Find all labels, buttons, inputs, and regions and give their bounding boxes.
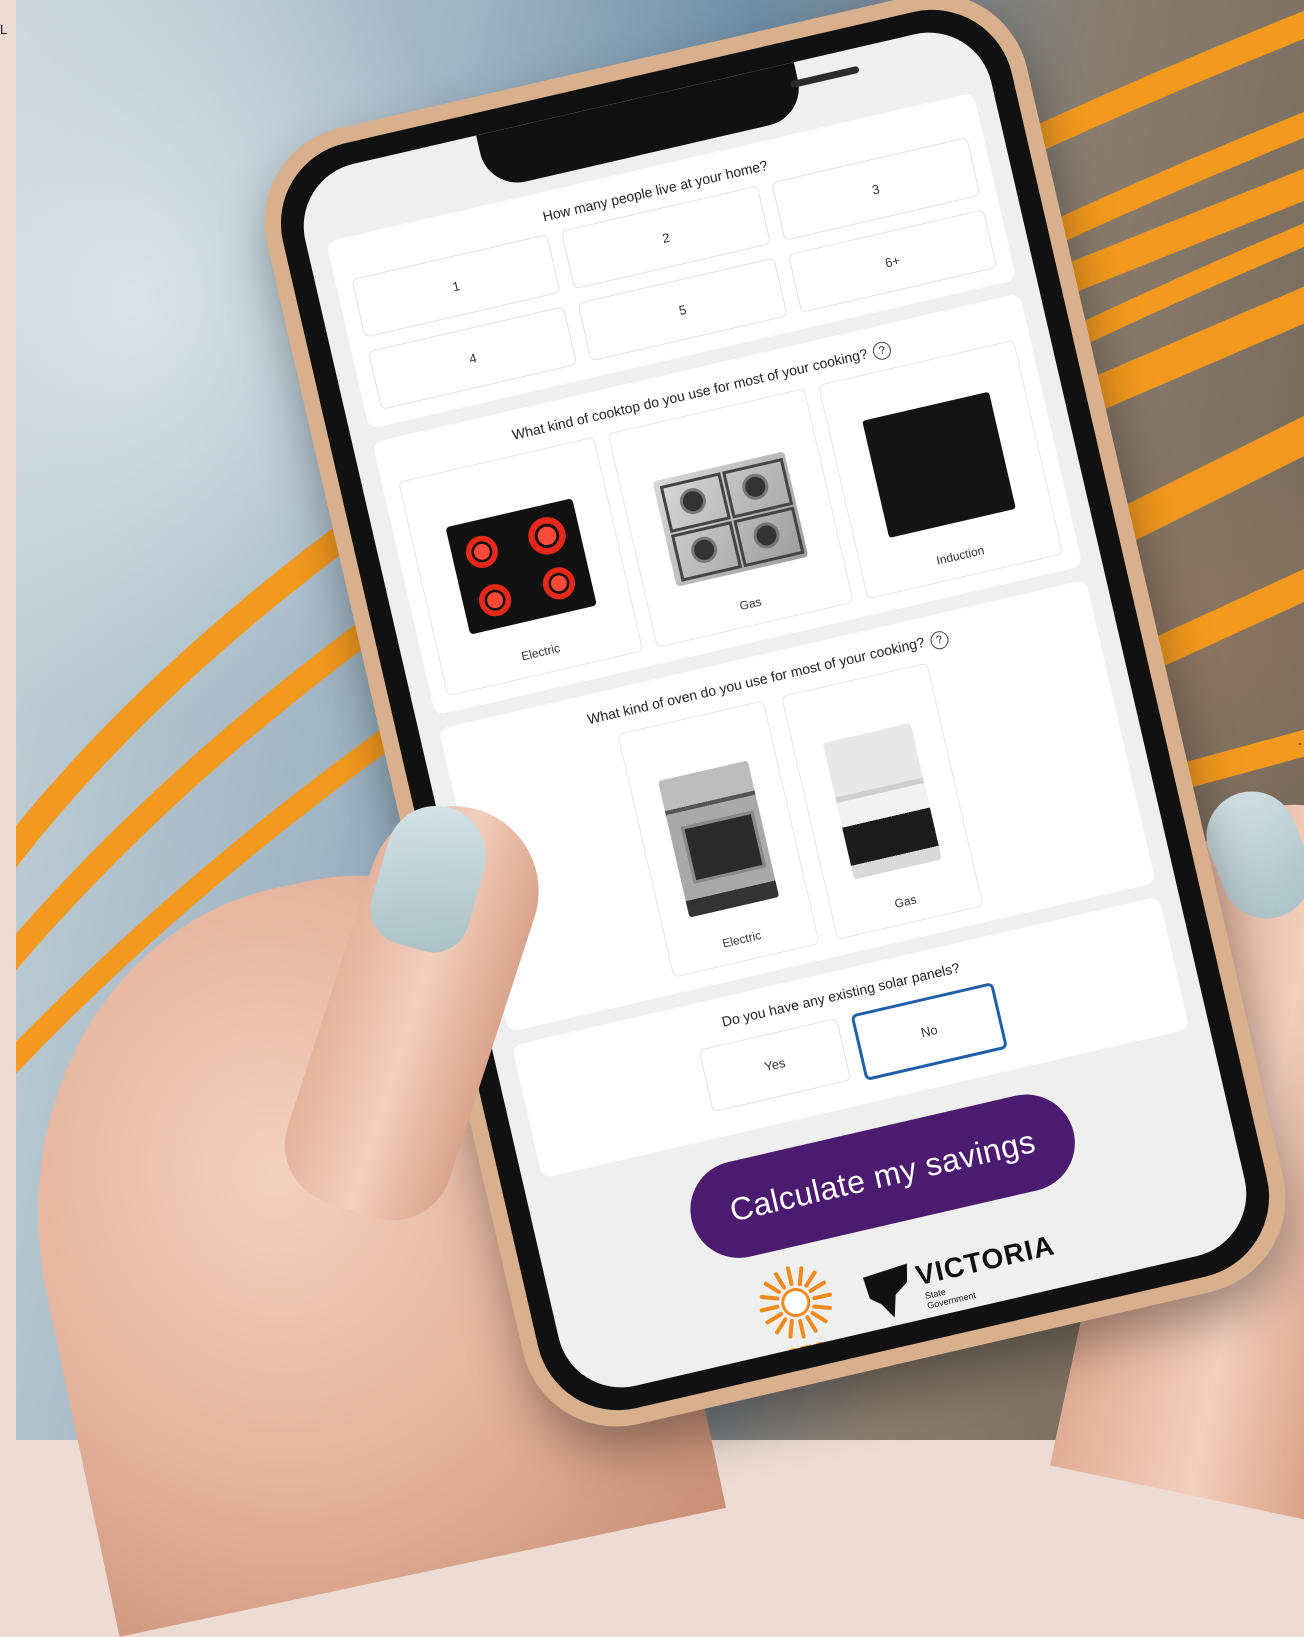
oven-option-label: Gas [893, 891, 918, 911]
cooktop-option-electric[interactable]: Electric [398, 436, 644, 697]
help-icon[interactable]: ? [928, 629, 950, 651]
cooktop-option-gas[interactable]: Gas [607, 388, 854, 649]
cooktop-option-induction[interactable]: Induction [817, 340, 1064, 600]
electric-oven-image [657, 760, 780, 918]
solar-option-yes[interactable]: Yes [698, 1017, 852, 1112]
electric-cooktop-image [445, 498, 597, 635]
solar-option-no[interactable]: No [850, 981, 1008, 1081]
cooktop-option-label: Induction [935, 543, 986, 568]
sun-icon [759, 1265, 833, 1339]
cooktop-option-label: Gas [738, 594, 763, 614]
oven-option-label: Electric [720, 927, 763, 951]
edge-tick: - [1298, 736, 1302, 750]
cooktop-option-label: Electric [519, 641, 562, 664]
sec-logo: SEC [749, 1255, 848, 1373]
oven-option-gas[interactable]: Gas [780, 662, 984, 940]
victoria-state-shape-icon [863, 1263, 908, 1318]
induction-cooktop-image [862, 391, 1017, 539]
oven-option-electric[interactable]: Electric [617, 699, 820, 978]
victoria-wordmark: VICTORIA State Government [913, 1229, 1062, 1311]
edge-text: L [0, 22, 8, 37]
victoria-logo: VICTORIA State Government [860, 1228, 1062, 1325]
gas-cooktop-image [653, 451, 809, 588]
gas-oven-image [822, 722, 942, 880]
speaker-grille [790, 65, 860, 89]
help-icon[interactable]: ? [871, 340, 893, 362]
